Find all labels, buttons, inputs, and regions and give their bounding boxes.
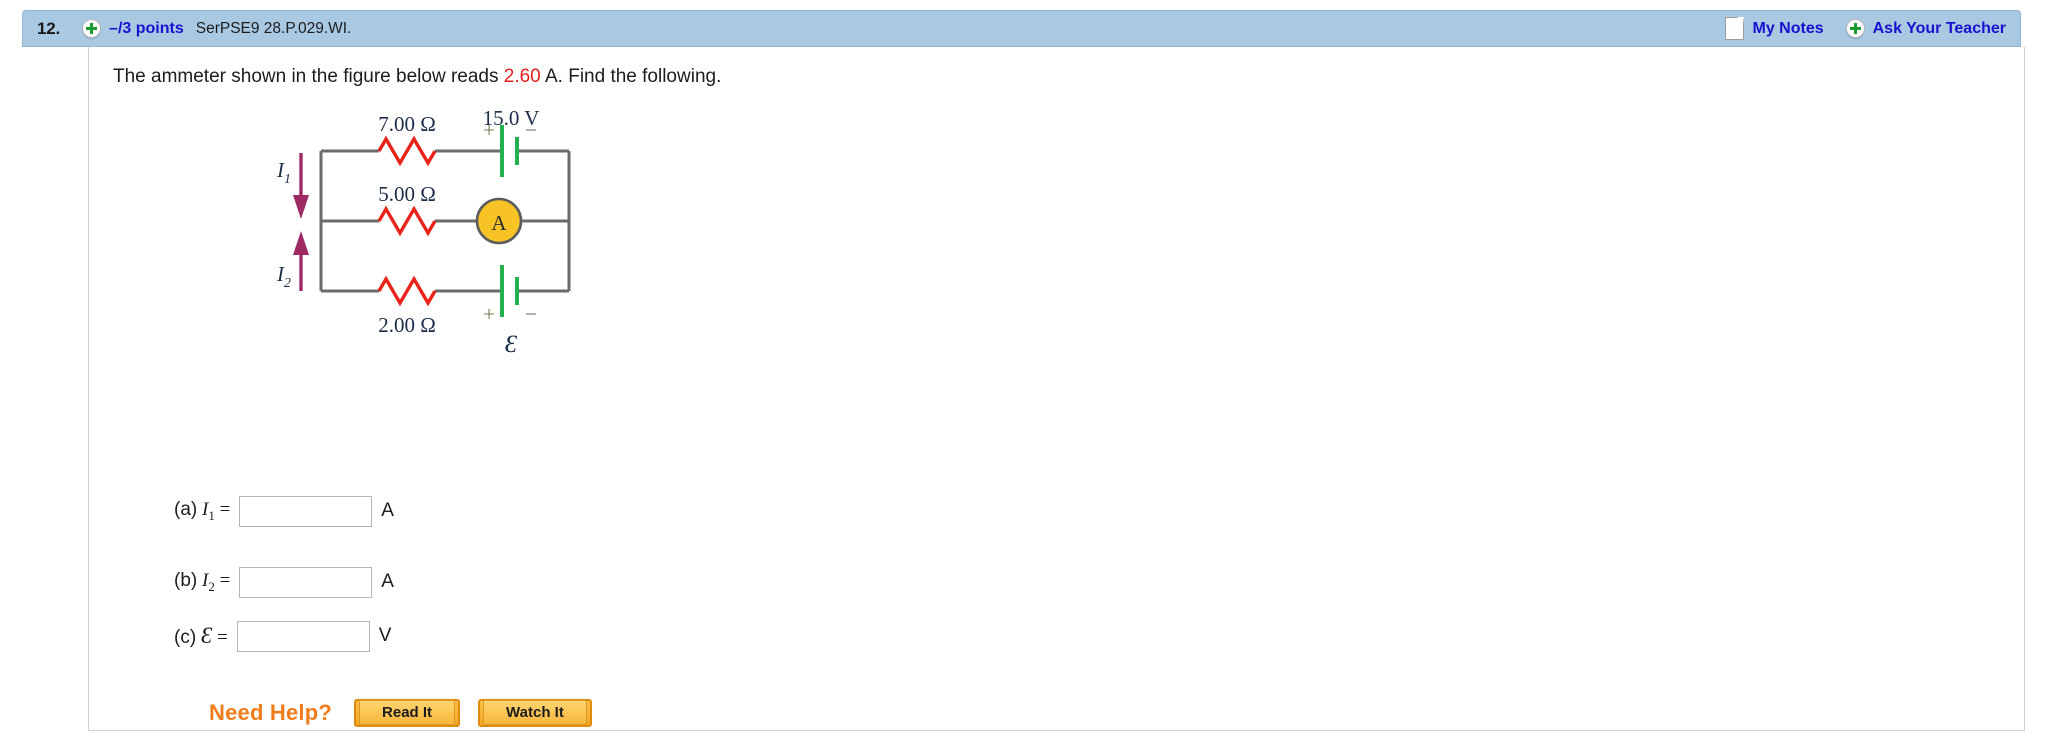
- battery-bottom-minus: −: [525, 302, 537, 326]
- points-label: –/3 points: [109, 19, 184, 37]
- answer-unit-b: A: [381, 571, 394, 592]
- watch-it-button[interactable]: Watch It: [478, 699, 592, 727]
- label-battery-bottom: Ɛ: [505, 331, 518, 358]
- ammeter-reading-value: 2.60: [503, 66, 541, 87]
- label-resistor-middle: 5.00 Ω: [378, 182, 436, 206]
- answer-part-c: (c): [174, 627, 197, 648]
- question-code: SerPSE9 28.P.029.WI.: [195, 19, 352, 37]
- circuit-wires: [319, 149, 571, 293]
- answer-label-a: (a) I1 =: [174, 499, 230, 524]
- my-notes-link[interactable]: My Notes: [1752, 20, 1823, 38]
- answer-input-emf[interactable]: [236, 620, 370, 652]
- header-actions: My Notes Ask Your Teacher: [1725, 17, 2006, 40]
- answer-sub-a: 1: [208, 507, 215, 523]
- battery-15v-symbol: [500, 125, 519, 177]
- prompt-text-before: The ammeter shown in the figure below re…: [113, 66, 504, 87]
- read-it-button[interactable]: Read It: [354, 699, 461, 727]
- resistor-7ohm-symbol: [377, 135, 437, 167]
- answer-label-b: (b) I2 =: [174, 570, 230, 595]
- battery-top-plus: +: [483, 118, 495, 142]
- question-number: 12.: [37, 18, 61, 38]
- battery-bottom-plus: +: [483, 302, 495, 326]
- answer-equals-a: =: [219, 498, 231, 520]
- answer-label-c: (c) Ɛ =: [174, 623, 228, 649]
- question-content-panel: The ammeter shown in the figure below re…: [88, 47, 2025, 731]
- answer-part-a: (a): [174, 498, 198, 520]
- answer-row-b: (b) I2 = A: [174, 565, 394, 599]
- label-current-i2: I2: [276, 262, 291, 291]
- resistor-2ohm-symbol: [377, 275, 437, 307]
- current-i1-arrowhead: [293, 195, 309, 219]
- answer-row-a: (a) I1 = A: [174, 494, 394, 528]
- answer-symbol-c: Ɛ: [200, 623, 213, 648]
- ask-teacher-plus-icon[interactable]: [1845, 19, 1865, 38]
- answer-input-i1[interactable]: [239, 495, 373, 527]
- answer-unit-c: V: [378, 625, 392, 646]
- answer-part-b: (b): [174, 569, 198, 591]
- circuit-figure: A 7.00 Ω 5.00 Ω 2.00 Ω 15.0 V Ɛ + − + − …: [259, 109, 619, 379]
- notes-page-icon[interactable]: [1725, 17, 1745, 40]
- ammeter-letter: A: [491, 211, 507, 235]
- watch-it-button-label: Watch It: [483, 700, 587, 725]
- current-i2-arrowhead: [293, 231, 309, 255]
- answer-input-i2[interactable]: [239, 566, 373, 598]
- battery-emf-symbol: [500, 265, 519, 317]
- read-it-button-label: Read It: [359, 700, 456, 725]
- expand-points-icon[interactable]: [82, 19, 102, 38]
- ask-your-teacher-link[interactable]: Ask Your Teacher: [1873, 20, 2006, 38]
- need-help-section: Need Help? Read It Watch It: [209, 699, 592, 727]
- resistor-symbols: [377, 135, 437, 307]
- battery-top-minus: −: [525, 118, 537, 142]
- answer-sub-b: 2: [208, 578, 215, 594]
- label-current-i1: I1: [276, 158, 291, 187]
- question-header-bar: 12. –/3 points SerPSE9 28.P.029.WI. My N…: [22, 10, 2021, 47]
- answer-equals-c: =: [217, 627, 228, 648]
- current-arrows: [293, 153, 309, 291]
- answer-unit-a: A: [381, 500, 394, 521]
- ammeter-symbol: A: [475, 197, 523, 245]
- resistor-5ohm-symbol: [377, 205, 437, 237]
- label-resistor-top: 7.00 Ω: [378, 112, 436, 136]
- need-help-label: Need Help?: [209, 700, 333, 725]
- question-prompt: The ammeter shown in the figure below re…: [113, 66, 721, 88]
- prompt-text-after: A. Find the following.: [540, 66, 722, 87]
- label-resistor-bottom: 2.00 Ω: [378, 313, 436, 337]
- answer-equals-b: =: [219, 569, 231, 591]
- answer-row-c: (c) Ɛ = V: [174, 619, 391, 653]
